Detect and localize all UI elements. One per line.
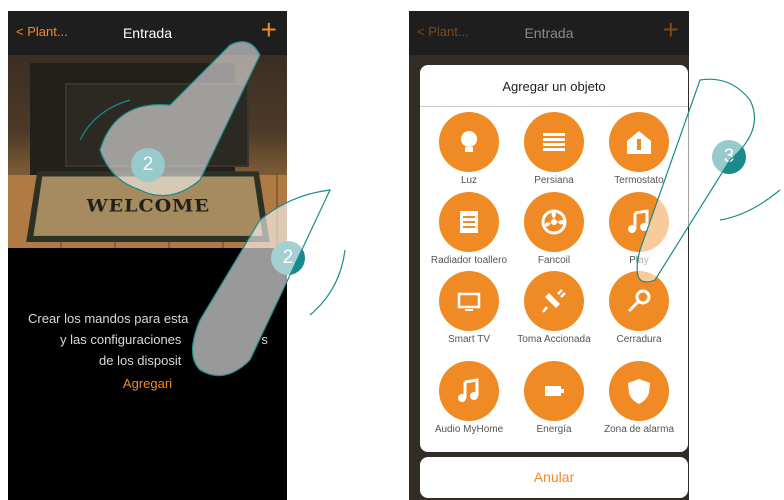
object-label: Audio MyHome (434, 424, 504, 435)
object-option-alarma[interactable]: Zona de alarma (599, 361, 679, 436)
object-option-persiana[interactable]: Persiana (514, 112, 594, 187)
description-line-2: y las configuraciones (60, 332, 182, 347)
left-phone-screen: < Plant... Entrada + WELCOME Crear los m… (8, 11, 287, 500)
step-badge: 2 (271, 241, 305, 275)
shutter-icon (524, 112, 584, 172)
step-badge: 2 (131, 148, 165, 182)
object-option-radiador[interactable]: Radiador toallero (429, 192, 509, 267)
object-label: Radiador toallero (430, 255, 508, 266)
shield-icon (609, 361, 669, 421)
plug-icon (524, 271, 584, 331)
object-label: Toma Accionada (517, 334, 591, 345)
object-option-cerradura[interactable]: Cerradura (599, 271, 679, 346)
description-line-3: de los disposit (99, 353, 182, 368)
towel-radiator-icon (439, 192, 499, 252)
description-line-1: Crear los mandos para esta (28, 311, 189, 326)
object-label: Luz (460, 175, 478, 186)
cancel-button[interactable]: Anular (420, 457, 688, 498)
tv-icon (439, 271, 499, 331)
object-label: Zona de alarma (603, 424, 675, 435)
add-link[interactable]: Agregari (8, 376, 287, 391)
empty-state-description: Crear los mandos para esta y las configu… (8, 308, 287, 371)
dialog-divider (420, 106, 688, 107)
screen-title-dimmed: Entrada (524, 25, 574, 41)
object-option-energia[interactable]: Energía (514, 361, 594, 436)
mat-text: WELCOME (85, 195, 211, 217)
battery-icon (524, 361, 584, 421)
music-note-icon (609, 192, 669, 252)
thermostat-icon (609, 112, 669, 172)
object-option-luz[interactable]: Luz (429, 112, 509, 187)
add-button[interactable]: + (261, 15, 277, 45)
fan-icon (524, 192, 584, 252)
music-note-icon (439, 361, 499, 421)
add-button-dimmed: + (662, 14, 679, 45)
object-option-smart-tv[interactable]: Smart TV (429, 271, 509, 346)
object-label: Smart TV (447, 334, 491, 345)
object-label: Termostato (614, 175, 664, 186)
object-label: Cerradura (616, 334, 662, 345)
object-label: Persiana (534, 175, 574, 186)
object-option-play[interactable]: Play (599, 192, 679, 267)
object-option-fancoil[interactable]: Fancoil (514, 192, 594, 267)
screen-title: Entrada (122, 25, 173, 41)
step-badge: 3 (712, 140, 746, 174)
object-label: Fancoil (537, 255, 571, 266)
object-option-toma[interactable]: Toma Accionada (514, 271, 594, 346)
object-option-audio[interactable]: Audio MyHome (429, 361, 509, 436)
object-label: Energía (536, 424, 572, 435)
key-icon (609, 271, 669, 331)
right-top-bar: < Plant... Entrada + (409, 11, 689, 55)
description-line-2-tail: s (261, 332, 268, 347)
object-option-termostato[interactable]: Termostato (599, 112, 679, 187)
object-label: Play (629, 255, 649, 266)
left-top-bar: < Plant... Entrada + (8, 11, 287, 55)
dialog-title: Agregar un objeto (502, 79, 606, 94)
bulb-icon (439, 112, 499, 172)
add-object-dialog: Agregar un objeto Luz Persiana Termostat… (420, 65, 688, 452)
